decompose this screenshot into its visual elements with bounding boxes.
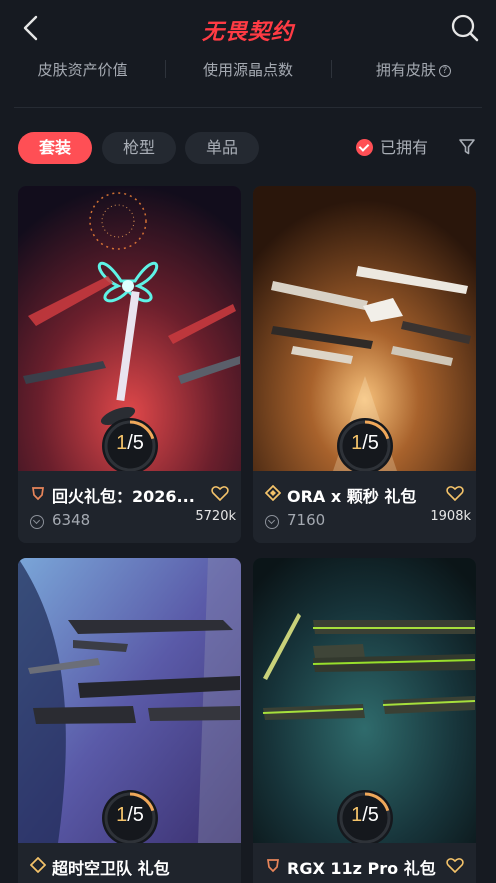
card-info: ORA x 颗秒 礼包 7160 1908k <box>253 471 476 543</box>
stat-asset-value[interactable]: 皮肤资产价值 <box>0 56 165 86</box>
header: 无畏契约 <box>0 0 496 56</box>
owned-toggle[interactable]: 已拥有 <box>356 131 428 165</box>
progress-text: 1/5 <box>116 432 144 454</box>
favorite-heart-icon[interactable] <box>211 485 229 501</box>
bundle-card[interactable]: 1/5 回火礼包：2026... 6348 5720k <box>18 186 241 543</box>
progress-badge: 1/5 <box>102 790 158 846</box>
search-icon[interactable] <box>450 13 480 43</box>
favorite-heart-icon[interactable] <box>446 857 464 873</box>
points-icon <box>265 515 279 529</box>
rank-icon <box>265 485 281 501</box>
progress-text: 1/5 <box>351 804 379 826</box>
help-icon[interactable]: ? <box>438 65 451 77</box>
bundle-name: 回火礼包：2026... <box>52 487 195 506</box>
card-info: 超时空卫队 礼包 <box>18 843 241 883</box>
tab-single-item[interactable]: 单品 <box>185 132 259 164</box>
page-title: 无畏契约 <box>201 20 294 45</box>
checkbox-icon[interactable] <box>356 139 373 156</box>
points-icon <box>30 515 44 529</box>
progress-badge: 1/5 <box>337 790 393 846</box>
progress-badge: 1/5 <box>102 418 158 474</box>
progress-badge: 1/5 <box>337 418 393 474</box>
bundle-card[interactable]: 1/5 RGX 11z Pro 礼包 <box>253 558 476 883</box>
stats-bar: 皮肤资产价值 使用源晶点数 拥有皮肤? <box>0 56 496 86</box>
points-value: 6348 <box>52 511 91 529</box>
tab-bundle[interactable]: 套装 <box>18 132 92 164</box>
bundle-name: ORA x 颗秒 礼包 <box>287 487 417 506</box>
rank-icon <box>30 857 46 873</box>
card-info: RGX 11z Pro 礼包 <box>253 843 476 883</box>
card-info: 回火礼包：2026... 6348 5720k <box>18 471 241 543</box>
likes-count: 5720k <box>195 509 236 524</box>
favorite-heart-icon[interactable] <box>446 485 464 501</box>
bundle-name: RGX 11z Pro 礼包 <box>287 859 436 878</box>
bundle-card[interactable]: 1/5 ORA x 颗秒 礼包 7160 1908k <box>253 186 476 543</box>
progress-text: 1/5 <box>116 804 144 826</box>
stat-owned-skins[interactable]: 拥有皮肤? <box>330 56 496 86</box>
divider <box>14 107 482 108</box>
likes-count: 1908k <box>430 509 471 524</box>
bundle-name: 超时空卫队 礼包 <box>52 859 170 878</box>
rank-icon <box>32 487 44 501</box>
tab-weapon-type[interactable]: 枪型 <box>102 132 176 164</box>
points-value: 7160 <box>287 511 326 529</box>
bundle-card[interactable]: 1/5 超时空卫队 礼包 <box>18 558 241 883</box>
stat-points-used[interactable]: 使用源晶点数 <box>165 56 330 86</box>
filter-icon[interactable] <box>458 138 476 156</box>
rank-icon <box>267 859 279 873</box>
progress-text: 1/5 <box>351 432 379 454</box>
filter-bar: 套装 枪型 单品 已拥有 <box>18 131 480 165</box>
